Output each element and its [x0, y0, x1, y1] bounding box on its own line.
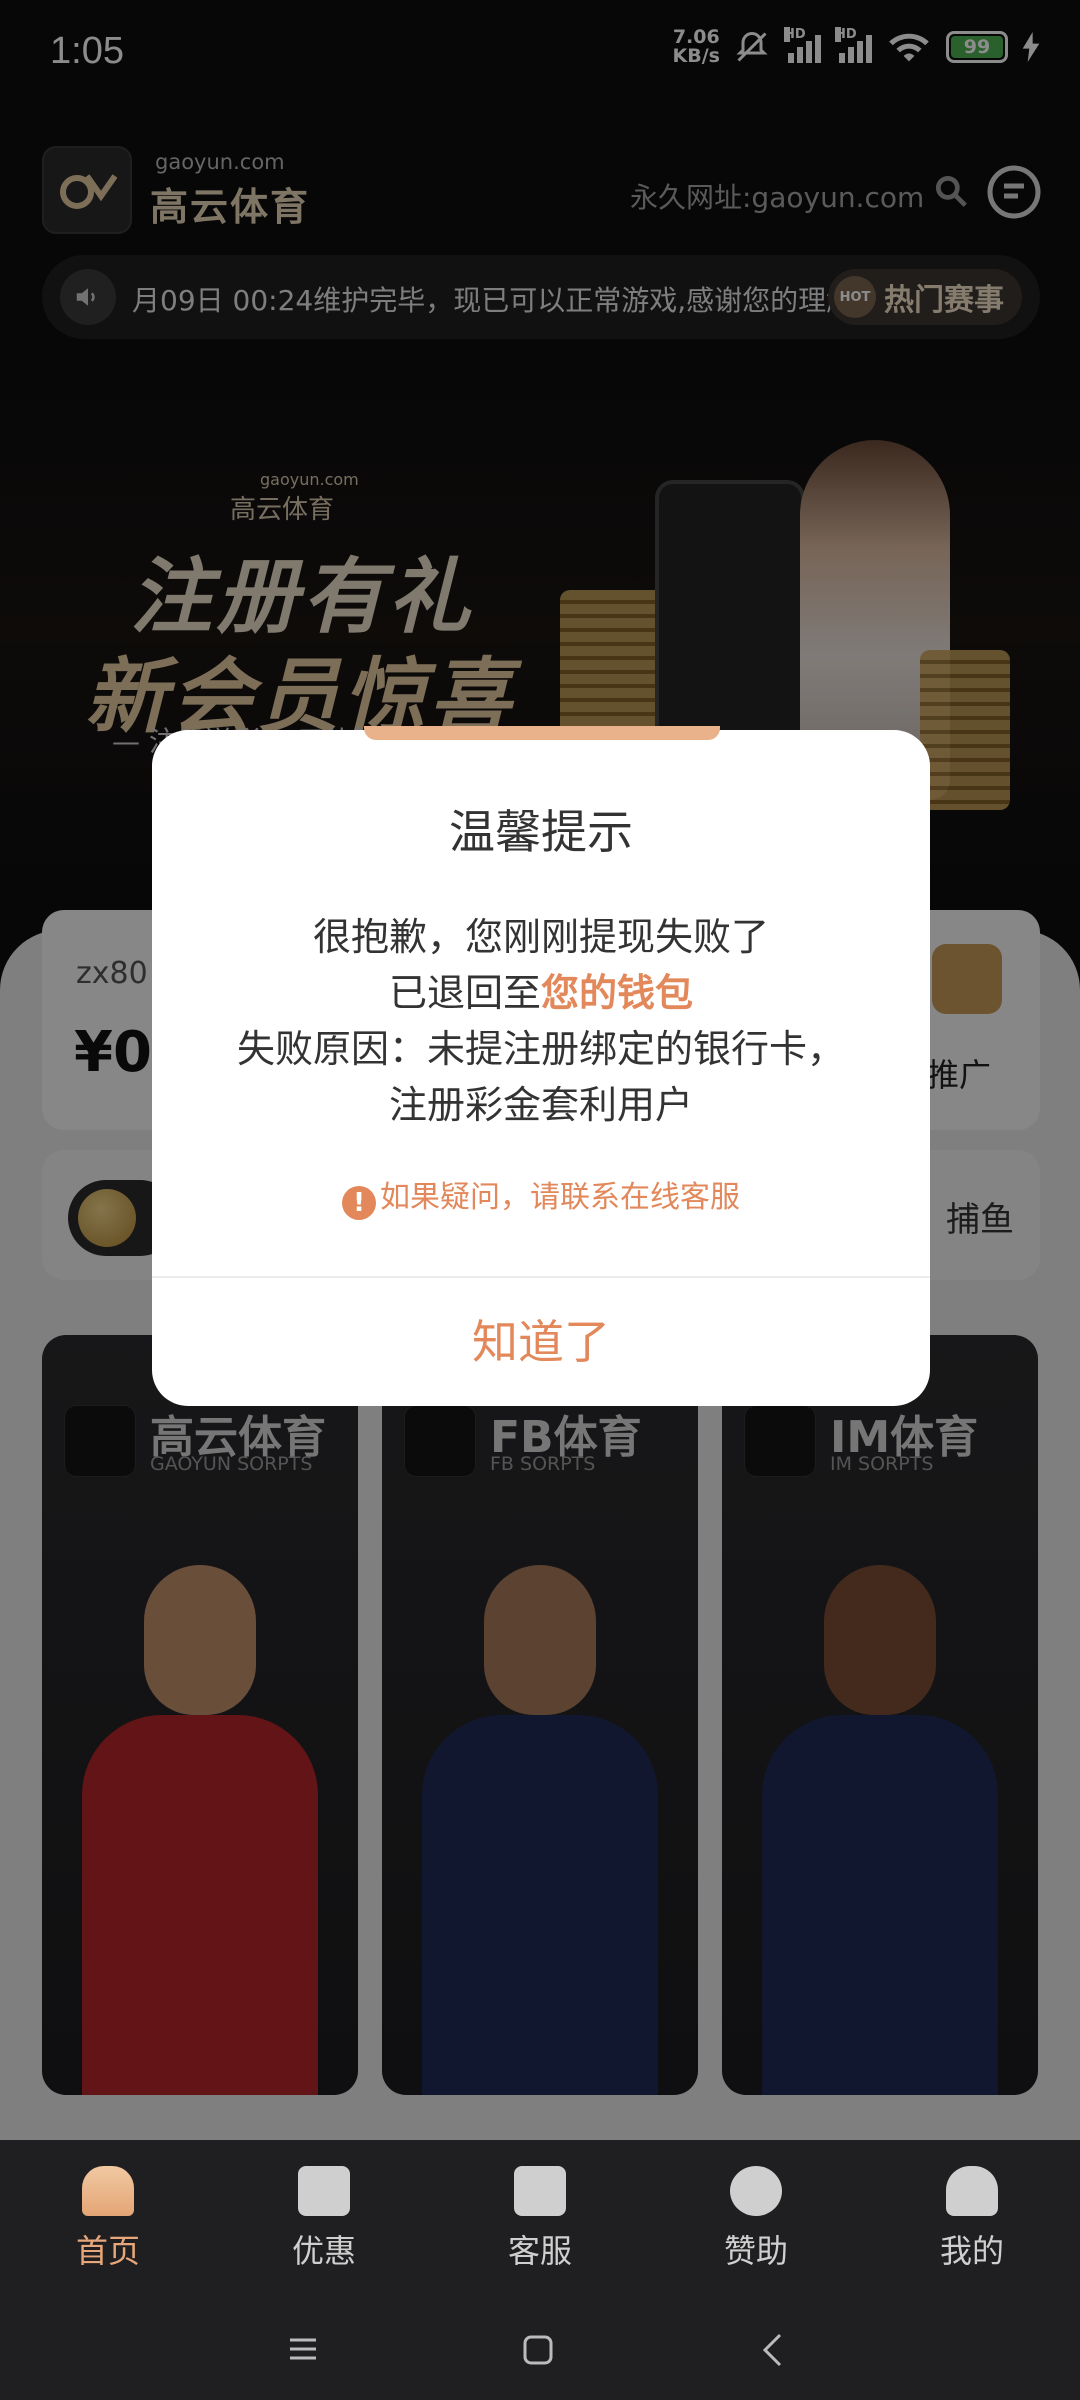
nav-label: 我的: [939, 2232, 1004, 2270]
dialog-accent-bar: [364, 726, 720, 740]
nav-label: 客服: [507, 2232, 572, 2270]
discount-icon: [298, 2166, 350, 2216]
dialog-line-4: 注册彩金套利用户: [388, 1083, 693, 1127]
dialog-line-2: 已退回至您的钱包: [388, 971, 694, 1015]
warning-icon: !: [342, 1186, 376, 1220]
nav-label: 优惠: [291, 2232, 356, 2270]
system-nav-bar: [0, 2300, 1080, 2400]
home-nav-icon[interactable]: [522, 2334, 554, 2366]
home-icon: [82, 2166, 134, 2216]
menu-icon[interactable]: [288, 2334, 318, 2364]
dialog-line-1: 很抱歉，您刚刚提现失败了: [312, 915, 769, 959]
nav-home[interactable]: 首页: [38, 2152, 178, 2292]
nav-sponsor[interactable]: 赞助: [686, 2152, 826, 2292]
nav-discount[interactable]: 优惠: [254, 2152, 394, 2292]
sponsor-icon: [730, 2166, 782, 2216]
dialog-line-3: 失败原因：未提注册绑定的银行卡，: [236, 1027, 845, 1071]
back-icon[interactable]: [760, 2332, 784, 2368]
wallet-link: 您的钱包: [541, 971, 694, 1015]
confirm-button[interactable]: 知道了: [152, 1278, 930, 1406]
nav-service[interactable]: 客服: [470, 2152, 610, 2292]
nav-profile[interactable]: 我的: [902, 2152, 1042, 2292]
service-icon: [514, 2166, 566, 2216]
nav-label: 首页: [75, 2232, 140, 2270]
profile-icon: [946, 2166, 998, 2216]
nav-label: 赞助: [723, 2232, 788, 2270]
dialog-title: 温馨提示: [449, 805, 633, 859]
bottom-nav: 首页 优惠 客服 赞助 我的: [0, 2140, 1080, 2300]
dialog-warning: ! 如果疑问，请联系在线客服: [152, 1172, 930, 1220]
notice-dialog: 温馨提示 很抱歉，您刚刚提现失败了 已退回至您的钱包 失败原因：未提注册绑定的银…: [152, 726, 930, 1406]
